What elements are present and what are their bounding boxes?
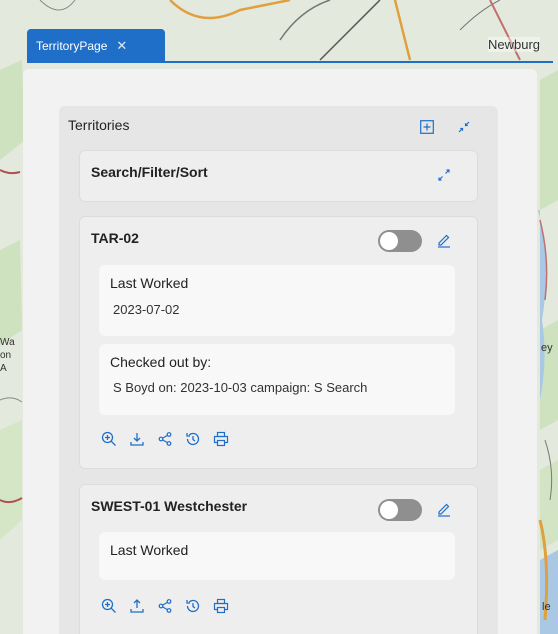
zoom-to-territory-button[interactable] (100, 430, 118, 448)
upload-button[interactable] (128, 597, 146, 615)
territory-actions (100, 430, 230, 448)
territory-panel: Territories Search/Filter/Sort TAR-02 La… (23, 69, 537, 634)
toggle-knob (380, 501, 398, 519)
territory-checkout-toggle[interactable] (378, 230, 422, 252)
expand-arrows-icon (438, 169, 450, 181)
download-button[interactable] (128, 430, 146, 448)
checked-out-box: Checked out by: S Boyd on: 2023-10-03 ca… (99, 344, 455, 415)
share-icon (158, 599, 172, 613)
search-filter-sort-title: Search/Filter/Sort (91, 164, 208, 180)
edit-territory-button[interactable] (435, 500, 453, 518)
pencil-icon (438, 234, 450, 248)
checked-out-value: S Boyd on: 2023-10-03 campaign: S Search (113, 380, 368, 395)
download-icon (130, 433, 144, 446)
collapse-button[interactable] (456, 119, 472, 135)
print-icon (213, 431, 229, 447)
territories-title: Territories (68, 117, 130, 133)
last-worked-box: Last Worked 2023-07-02 (99, 265, 455, 336)
zoom-in-icon (101, 431, 116, 446)
territory-actions (100, 597, 230, 615)
print-button[interactable] (212, 430, 230, 448)
checked-out-label: Checked out by: (110, 354, 212, 370)
territory-name: TAR-02 (91, 230, 139, 246)
territory-card: TAR-02 Last Worked 2023-07-02 Checked ou… (79, 216, 478, 469)
territory-name: SWEST-01 Westchester (91, 498, 248, 514)
pencil-icon (438, 503, 450, 517)
tab-territory-page[interactable]: TerritoryPage ✕ (27, 29, 165, 62)
share-button[interactable] (156, 597, 174, 615)
search-filter-sort-card: Search/Filter/Sort (79, 150, 478, 202)
close-icon[interactable]: ✕ (116, 38, 127, 54)
collapse-arrows-icon (458, 121, 470, 133)
history-icon (186, 432, 200, 446)
map-place-label: A (0, 363, 7, 374)
territory-card: SWEST-01 Westchester Last Worked (79, 484, 478, 634)
map-place-label: on (0, 350, 12, 361)
share-icon (158, 432, 172, 446)
history-icon (186, 599, 200, 613)
map-place-label-newburg: Newburg (488, 37, 541, 52)
territory-checkout-toggle[interactable] (378, 499, 422, 521)
upload-icon (130, 599, 144, 613)
map-place-label: ey (541, 342, 553, 354)
map-place-label: Wa (0, 337, 15, 348)
history-button[interactable] (184, 430, 202, 448)
zoom-to-territory-button[interactable] (100, 597, 118, 615)
edit-territory-button[interactable] (435, 231, 453, 249)
map-place-label: le (542, 601, 551, 613)
share-button[interactable] (156, 430, 174, 448)
toggle-knob (380, 232, 398, 250)
print-button[interactable] (212, 597, 230, 615)
print-icon (213, 598, 229, 614)
last-worked-label: Last Worked (110, 542, 189, 558)
territories-section: Territories Search/Filter/Sort TAR-02 La… (59, 106, 498, 634)
zoom-in-icon (101, 598, 116, 613)
add-territory-button[interactable] (419, 119, 435, 135)
expand-search-button[interactable] (436, 167, 452, 183)
tab-label: TerritoryPage (36, 38, 108, 53)
last-worked-value: 2023-07-02 (113, 302, 180, 317)
last-worked-box: Last Worked (99, 532, 455, 580)
add-square-icon (420, 120, 434, 134)
tab-bar-divider (27, 61, 553, 63)
history-button[interactable] (184, 597, 202, 615)
last-worked-label: Last Worked (110, 275, 189, 291)
